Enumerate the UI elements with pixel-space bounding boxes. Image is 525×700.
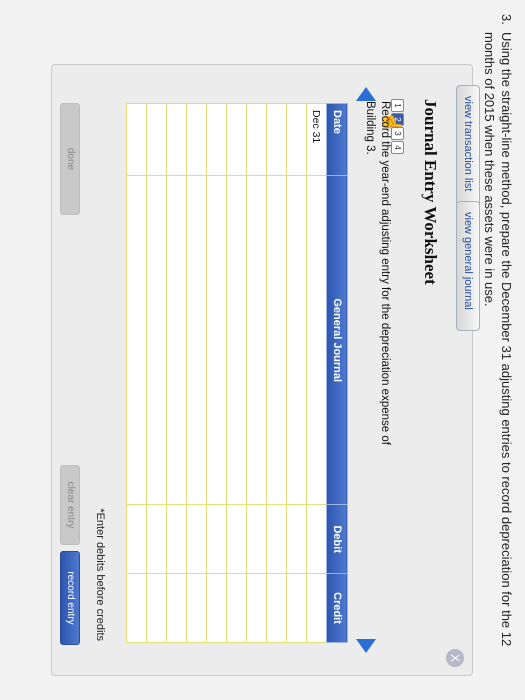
table-row xyxy=(186,103,207,643)
header-debit: Debit xyxy=(326,504,348,574)
table-row xyxy=(126,103,147,643)
cell-account[interactable] xyxy=(226,175,247,505)
previous-arrow-icon[interactable] xyxy=(356,87,376,101)
header-credit: Credit xyxy=(326,573,348,643)
cell-debit[interactable] xyxy=(226,504,247,574)
instruction-text: Record the year-end adjusting entry for … xyxy=(364,101,391,445)
question-text: Using the straight-line method, prepare … xyxy=(482,32,514,647)
worksheet-title: Journal Entry Worksheet xyxy=(421,99,440,285)
cell-debit[interactable] xyxy=(266,504,287,574)
cell-account[interactable] xyxy=(266,175,287,505)
cell-debit[interactable] xyxy=(246,504,267,574)
cell-debit[interactable] xyxy=(286,504,307,574)
cell-credit[interactable] xyxy=(166,573,187,643)
cell-date[interactable]: Dec 31 xyxy=(306,103,327,176)
step-4[interactable]: 4 xyxy=(391,141,404,154)
cell-account[interactable] xyxy=(246,175,267,505)
cell-account[interactable] xyxy=(186,175,207,505)
close-icon[interactable]: X xyxy=(446,649,464,667)
clear-entry-button[interactable]: clear entry xyxy=(60,465,80,545)
journal-table: Date General Journal Debit Credit Dec 31 xyxy=(126,103,348,643)
cell-date[interactable] xyxy=(186,103,207,176)
cell-credit[interactable] xyxy=(146,573,167,643)
cell-account[interactable] xyxy=(166,175,187,505)
cell-date[interactable] xyxy=(146,103,167,176)
cell-credit[interactable] xyxy=(266,573,287,643)
view-transaction-list-button[interactable]: view transaction list xyxy=(456,85,480,212)
cell-account[interactable] xyxy=(306,175,327,505)
table-row xyxy=(146,103,167,643)
header-date: Date xyxy=(326,103,348,176)
table-row xyxy=(226,103,247,643)
cell-debit[interactable] xyxy=(126,504,147,574)
worksheet-panel: view transaction list view general journ… xyxy=(51,64,480,676)
cell-account[interactable] xyxy=(146,175,167,505)
cell-credit[interactable] xyxy=(306,573,327,643)
cell-credit[interactable] xyxy=(206,573,227,643)
cell-debit[interactable] xyxy=(166,504,187,574)
cell-debit[interactable] xyxy=(146,504,167,574)
cell-credit[interactable] xyxy=(286,573,307,643)
cell-date[interactable] xyxy=(126,103,147,176)
cell-debit[interactable] xyxy=(206,504,227,574)
cell-date[interactable] xyxy=(286,103,307,176)
cell-credit[interactable] xyxy=(126,573,147,643)
table-row xyxy=(166,103,187,643)
table-row xyxy=(246,103,267,643)
question-number: 3. xyxy=(499,14,514,25)
screen: 3. Using the straight-line method, prepa… xyxy=(0,0,525,700)
cell-date[interactable] xyxy=(206,103,227,176)
next-arrow-icon[interactable] xyxy=(356,639,376,653)
cell-account[interactable] xyxy=(286,175,307,505)
cell-credit[interactable] xyxy=(226,573,247,643)
table-header-row: Date General Journal Debit Credit xyxy=(326,103,348,643)
cell-debit[interactable] xyxy=(306,504,327,574)
header-general-journal: General Journal xyxy=(326,175,348,505)
cell-date[interactable] xyxy=(246,103,267,176)
done-button[interactable]: done xyxy=(60,103,80,215)
table-row xyxy=(206,103,227,643)
view-general-journal-button[interactable]: view general journal xyxy=(456,201,480,331)
cell-account[interactable] xyxy=(206,175,227,505)
debits-note: *Enter debits before credits xyxy=(94,508,106,641)
cell-credit[interactable] xyxy=(246,573,267,643)
cell-credit[interactable] xyxy=(186,573,207,643)
table-row xyxy=(266,103,287,643)
cell-date[interactable] xyxy=(166,103,187,176)
table-row: Dec 31 xyxy=(306,103,327,643)
table-row xyxy=(286,103,307,643)
cell-account[interactable] xyxy=(126,175,147,505)
cell-date[interactable] xyxy=(266,103,287,176)
record-entry-button[interactable]: record entry xyxy=(60,551,80,645)
cell-debit[interactable] xyxy=(186,504,207,574)
cell-date[interactable] xyxy=(226,103,247,176)
